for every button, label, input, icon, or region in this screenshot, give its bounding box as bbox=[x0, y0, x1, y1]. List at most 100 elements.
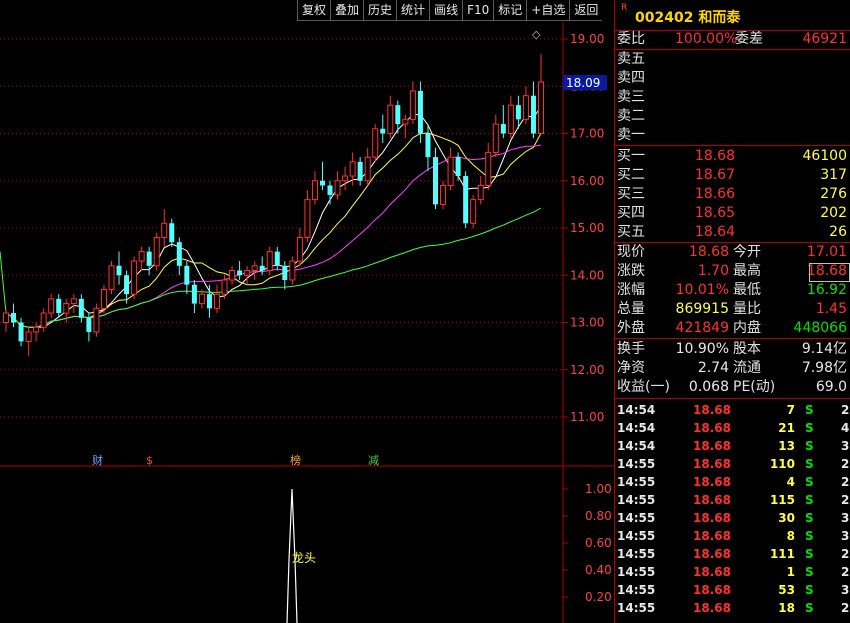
sell-level-row: 卖二 bbox=[615, 107, 850, 126]
candle-body bbox=[530, 95, 536, 134]
stat-value: 16.92 bbox=[806, 282, 847, 298]
tick-volume: 53 bbox=[778, 583, 795, 597]
candle-body bbox=[500, 124, 506, 134]
stat-label: 最低 bbox=[733, 282, 761, 298]
candle-body bbox=[146, 251, 152, 266]
stock-code-name[interactable]: 002402 和而泰 bbox=[635, 7, 740, 27]
candle-body bbox=[425, 133, 431, 158]
buy-level-price: 18.66 bbox=[694, 186, 735, 202]
chart-toolbar: 复权 叠加 历史 统计 画线 F10 标记 +自选 返回 bbox=[297, 0, 603, 22]
indicator-tick-label: 0.60 bbox=[585, 536, 612, 550]
stock-terminal: { "toolbar": { "items": ["复权","叠加","历史",… bbox=[0, 0, 850, 623]
stat-label: 现价 bbox=[617, 244, 645, 260]
fundamental-label: 流通 bbox=[733, 360, 761, 376]
fundamental-value: 0.068 bbox=[688, 379, 729, 395]
candle-body bbox=[229, 270, 236, 281]
tick-volume: 115 bbox=[769, 493, 795, 507]
stat-value: 10.01% bbox=[675, 282, 729, 298]
tick-count: 2 bbox=[841, 601, 850, 615]
trade-tick-row: 14:55 18.68 8 S 3 bbox=[615, 527, 850, 545]
candle-body bbox=[522, 95, 529, 120]
weicha-label: 委差 bbox=[735, 31, 763, 47]
sell-level-label: 卖二 bbox=[617, 108, 645, 124]
candle-body bbox=[311, 180, 318, 201]
stat-row: 总量 869915 量比 1.45 bbox=[615, 300, 850, 319]
event-marker: $ bbox=[146, 454, 153, 467]
candle-body bbox=[372, 128, 379, 158]
fundamental-value: 9.14亿 bbox=[801, 341, 847, 357]
fundamental-label: 收益(一) bbox=[617, 379, 670, 395]
candle-body bbox=[380, 128, 386, 134]
toolbar-button[interactable]: 返回 bbox=[569, 0, 603, 21]
price-tick-label: 19.00 bbox=[570, 32, 604, 46]
trade-tick-row: 14:55 18.68 53 S 3 bbox=[615, 581, 850, 599]
toolbar-button[interactable]: +自选 bbox=[526, 0, 570, 21]
tick-volume: 30 bbox=[778, 511, 795, 525]
candle-body bbox=[206, 294, 212, 309]
tick-volume: 13 bbox=[778, 439, 795, 453]
separator bbox=[615, 338, 850, 339]
toolbar-button[interactable]: 复权 bbox=[297, 0, 331, 21]
r-mark: R bbox=[621, 3, 628, 13]
ma20-line bbox=[5, 144, 542, 328]
buy-level-row: 买五 18.64 26 bbox=[615, 223, 850, 242]
candle-body bbox=[116, 265, 122, 276]
stat-value: 17.01 bbox=[806, 244, 847, 260]
toolbar-button[interactable]: F10 bbox=[462, 0, 494, 21]
tick-count: 4 bbox=[841, 421, 850, 435]
toolbar-button[interactable]: 画线 bbox=[429, 0, 463, 21]
candle-body bbox=[515, 105, 521, 120]
candle-body bbox=[342, 175, 349, 182]
candle-body bbox=[274, 251, 280, 266]
trade-tick-row: 14:54 18.68 7 S 2 bbox=[615, 401, 850, 419]
stat-value: 421849 bbox=[675, 320, 729, 336]
candle-body bbox=[447, 156, 454, 186]
candle-body bbox=[319, 180, 325, 186]
buy-level-volume: 317 bbox=[820, 167, 847, 183]
buy-level-volume: 46100 bbox=[802, 148, 847, 164]
sell-level-label: 卖四 bbox=[617, 70, 645, 86]
buy-level-row: 买三 18.66 276 bbox=[615, 185, 850, 204]
kline-chart[interactable]: 19.0018.0017.0016.0015.0014.0013.0012.00… bbox=[0, 0, 614, 623]
candle-body bbox=[70, 298, 77, 305]
candle-body bbox=[349, 161, 356, 177]
candle-body bbox=[357, 161, 363, 181]
buy-level-row: 买一 18.68 46100 bbox=[615, 147, 850, 166]
sell-level-row: 卖三 bbox=[615, 88, 850, 107]
stat-label: 今开 bbox=[733, 244, 761, 260]
buy-level-row: 买四 18.65 202 bbox=[615, 204, 850, 223]
tick-count: 3 bbox=[841, 529, 850, 543]
trade-tick-row: 14:55 18.68 30 S 3 bbox=[615, 509, 850, 527]
tick-time: 14:55 bbox=[617, 601, 656, 615]
candle-body bbox=[440, 184, 447, 205]
trade-tick-row: 14:55 18.68 1 S 2 bbox=[615, 563, 850, 581]
stat-row: 外盘 421849 内盘 448066 bbox=[615, 319, 850, 338]
weibi-label: 委比 bbox=[617, 31, 645, 47]
tick-price: 18.68 bbox=[693, 403, 731, 417]
price-tick-label: 17.00 bbox=[570, 127, 604, 141]
quote-panel: R 002402 和而泰 委比 100.00% 委差 46921 卖五 卖四 卖三 卖二 卖一买… bbox=[614, 0, 850, 623]
candle-body bbox=[11, 313, 17, 323]
buy-level-price: 18.64 bbox=[694, 224, 735, 240]
toolbar-button[interactable]: 标记 bbox=[493, 0, 527, 21]
candle-body bbox=[470, 199, 477, 224]
toolbar-button[interactable]: 历史 bbox=[363, 0, 397, 21]
trade-tick-row: 14:54 18.68 21 S 4 bbox=[615, 419, 850, 437]
candle-body bbox=[334, 180, 341, 196]
event-markers: 财 $ 榜 减 bbox=[92, 453, 379, 467]
toolbar-button[interactable]: 统计 bbox=[396, 0, 430, 21]
stat-label: 最高 bbox=[733, 263, 761, 279]
tick-side: S bbox=[805, 457, 814, 471]
toolbar-button[interactable]: 叠加 bbox=[330, 0, 364, 21]
tick-price: 18.68 bbox=[693, 475, 731, 489]
tick-time: 14:55 bbox=[617, 457, 656, 471]
tick-volume: 7 bbox=[786, 403, 795, 417]
tick-count: 3 bbox=[841, 439, 850, 453]
fundamental-row: 净资 2.74 流通 7.98亿 bbox=[615, 359, 850, 378]
tick-time: 14:55 bbox=[617, 475, 656, 489]
weicha-value: 46921 bbox=[802, 31, 847, 47]
candle-body bbox=[108, 265, 115, 290]
fundamental-value: 2.74 bbox=[697, 360, 729, 376]
tick-price: 18.68 bbox=[693, 547, 731, 561]
candle-body bbox=[221, 279, 228, 295]
